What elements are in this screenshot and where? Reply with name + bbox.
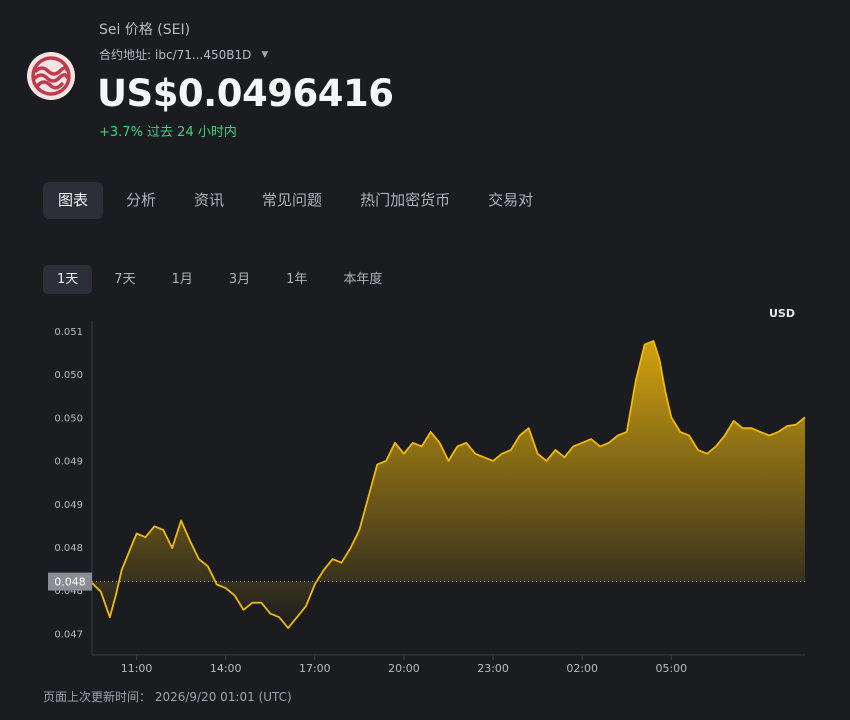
x-tick-label: 14:00 <box>210 662 242 675</box>
time-range-selector: 1天 7天 1月 3月 1年 本年度 <box>43 265 404 294</box>
y-tick-label: 0.048 <box>54 543 83 554</box>
current-price-text: 0.048 <box>54 576 86 589</box>
price-chart[interactable]: USD 0.0510.0500.0500.0490.0490.0480.0480… <box>0 300 850 685</box>
price-change-24h: +3.7% 过去 24 小时内 <box>99 125 237 140</box>
y-tick-label: 0.049 <box>54 500 83 511</box>
last-updated: 页面上次更新时间： 2026/9/20 01:01 (UTC) <box>43 690 292 704</box>
x-tick-label: 05:00 <box>655 662 687 675</box>
sei-logo-icon <box>27 52 75 100</box>
tab-faq[interactable]: 常见问题 <box>247 182 337 219</box>
tab-analysis[interactable]: 分析 <box>111 182 171 219</box>
section-tabs: 图表 分析 资讯 常见问题 热门加密货币 交易对 <box>43 182 556 219</box>
y-tick-label: 0.051 <box>54 327 83 338</box>
caret-down-icon[interactable]: ▼ <box>261 50 268 60</box>
x-tick-label: 23:00 <box>477 662 509 675</box>
y-axis: 0.051 0.050 0.050 0.049 0.049 0.048 0.048 0.047 <box>54 321 93 655</box>
x-axis: 11:00 14:00 17:00 20:00 23:00 02:00 05:00 <box>92 654 805 675</box>
range-7d[interactable]: 7天 <box>100 265 149 294</box>
contract-address: 合约地址: ibc/71...450B1D ▼ <box>99 46 268 63</box>
x-tick-label: 17:00 <box>299 662 331 675</box>
range-1y[interactable]: 1年 <box>272 265 321 294</box>
current-price: US$0.0496416 <box>97 72 394 115</box>
range-1d[interactable]: 1天 <box>43 265 93 294</box>
x-tick-label: 02:00 <box>566 662 598 675</box>
contract-value[interactable]: ibc/71...450B1D <box>155 48 251 62</box>
tab-trending[interactable]: 热门加密货币 <box>345 182 465 219</box>
y-tick-label: 0.047 <box>54 629 83 640</box>
price-area <box>92 341 805 629</box>
currency-label: USD <box>769 307 795 320</box>
current-price-label: 0.048 <box>48 572 92 591</box>
tab-pairs[interactable]: 交易对 <box>473 182 548 219</box>
coin-name: Sei 价格 (SEI) <box>99 22 191 38</box>
range-3m[interactable]: 3月 <box>215 265 264 294</box>
y-tick-label: 0.049 <box>54 457 83 468</box>
x-tick-label: 11:00 <box>121 662 153 675</box>
tab-news[interactable]: 资讯 <box>179 182 239 219</box>
x-tick-label: 20:00 <box>388 662 420 675</box>
contract-label: 合约地址: <box>99 48 152 62</box>
tab-chart[interactable]: 图表 <box>43 182 104 219</box>
y-tick-label: 0.050 <box>54 413 83 424</box>
y-tick-label: 0.050 <box>54 370 83 381</box>
range-ytd[interactable]: 本年度 <box>329 265 396 294</box>
range-1m[interactable]: 1月 <box>158 265 207 294</box>
